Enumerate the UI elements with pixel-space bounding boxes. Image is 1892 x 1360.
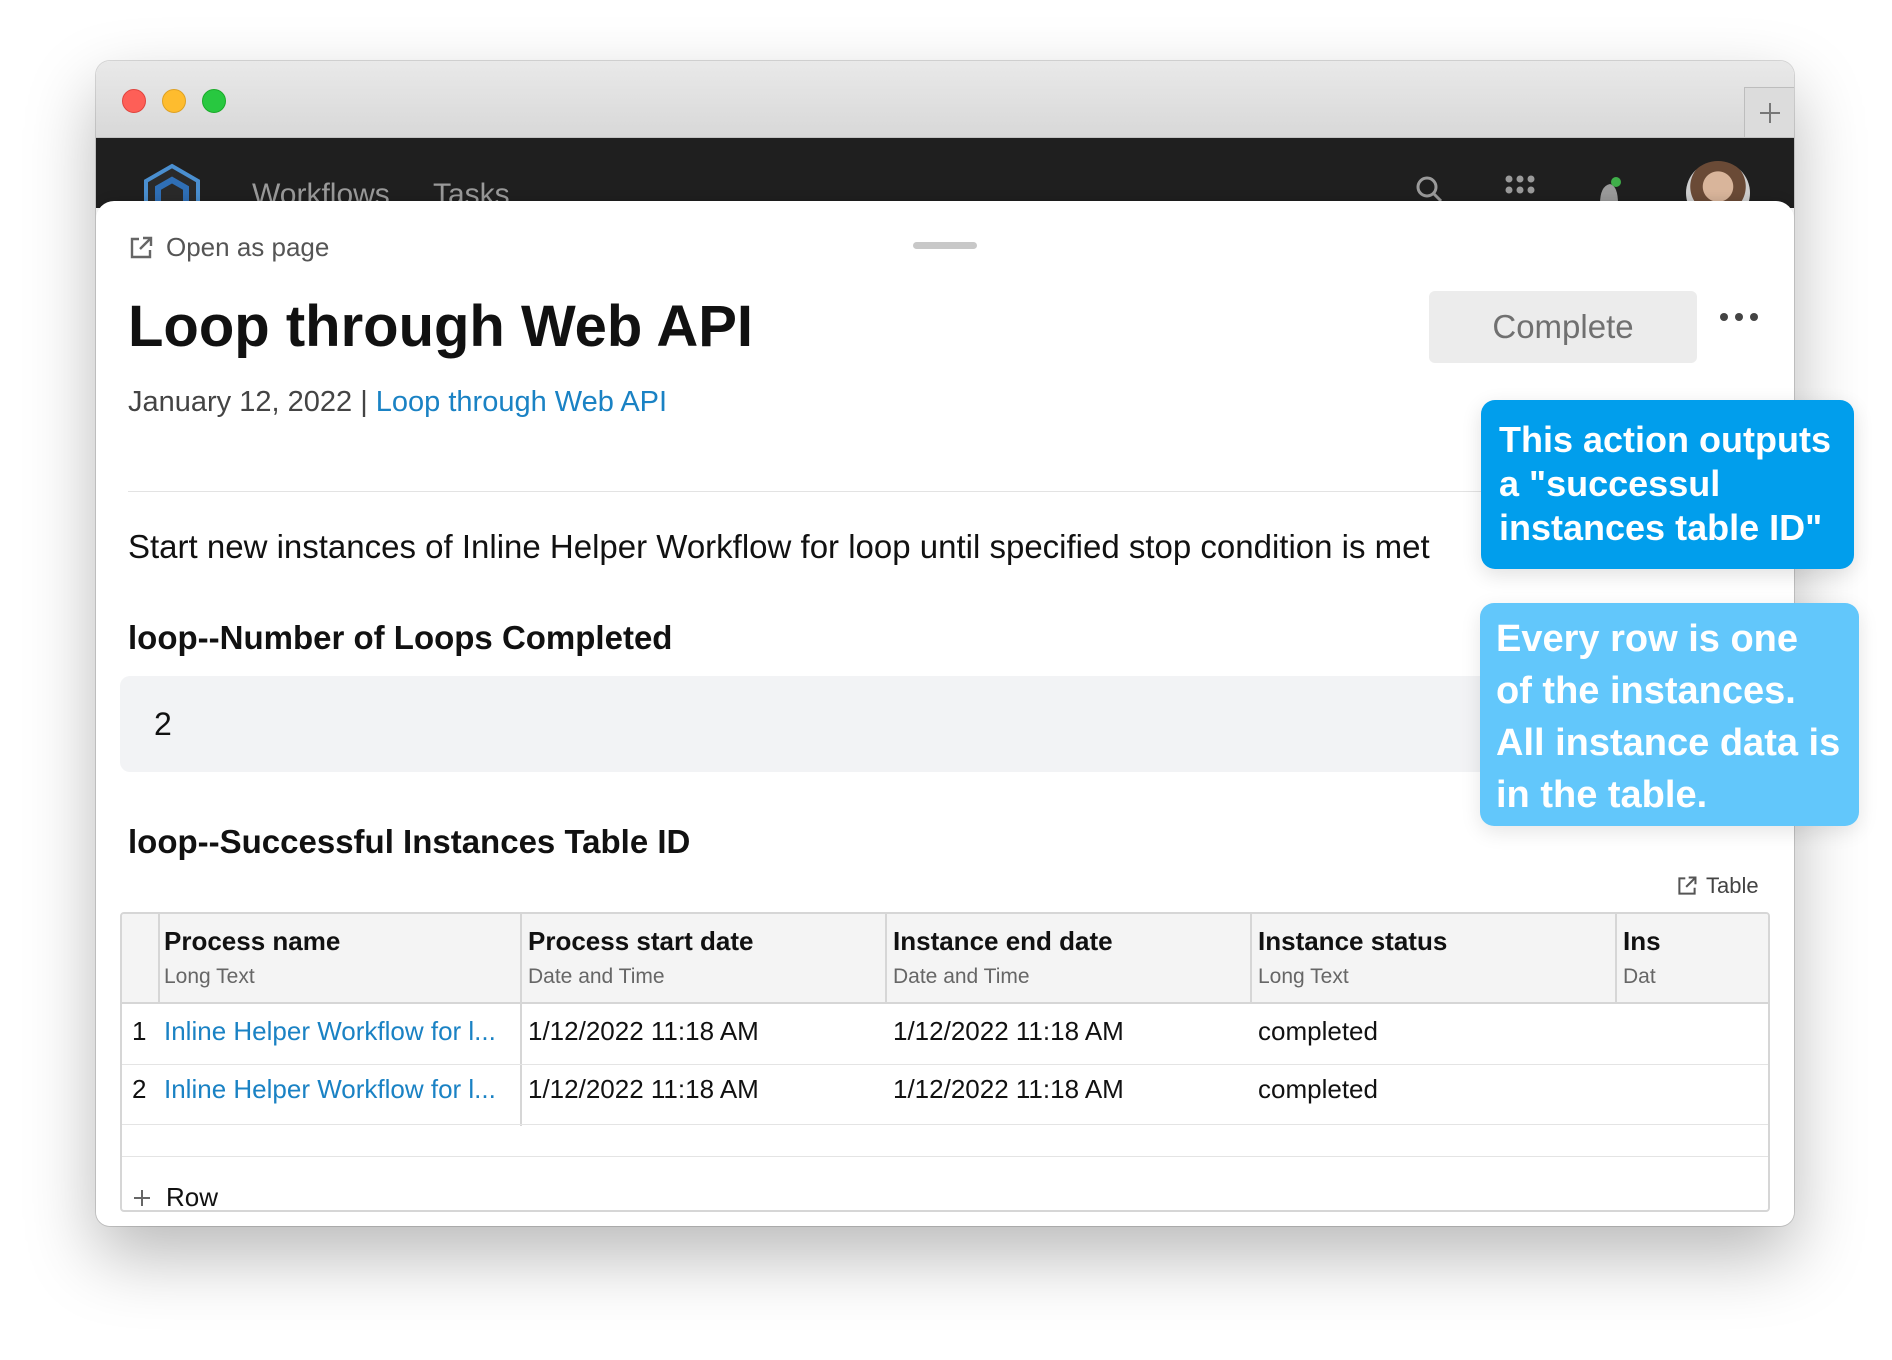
apps-grid-icon[interactable]: [1504, 174, 1536, 204]
workflow-link[interactable]: Loop through Web API: [376, 386, 667, 418]
column-header-instance-end-date[interactable]: Instance end date Date and Time: [893, 926, 1113, 989]
plus-icon: [134, 1189, 150, 1206]
process-start-date-cell: 1/12/2022 11:18 AM: [528, 1016, 759, 1046]
instance-status-cell: completed: [1258, 1016, 1378, 1046]
column-type: Long Text: [164, 965, 255, 988]
app-navbar: Workflows Tasks: [96, 138, 1794, 229]
open-as-page-link[interactable]: Open as page: [128, 232, 329, 263]
more-dot-icon: [1750, 313, 1758, 321]
window-titlebar: [96, 61, 1794, 138]
column-name: Process start date: [528, 926, 754, 956]
loops-completed-heading: loop--Number of Loops Completed: [128, 619, 673, 656]
column-name: Process name: [164, 926, 341, 956]
column-header-process-start-date[interactable]: Process start date Date and Time: [528, 926, 753, 989]
more-options-button[interactable]: [1720, 313, 1758, 321]
complete-button[interactable]: Complete: [1429, 291, 1697, 363]
row-number: 2: [132, 1074, 147, 1104]
minimize-window-button[interactable]: [162, 89, 186, 113]
search-icon[interactable]: [1414, 174, 1444, 204]
column-divider: [885, 914, 887, 1004]
column-type: Date and Time: [528, 965, 665, 988]
instance-end-date-cell: 1/12/2022 11:18 AM: [893, 1016, 1124, 1046]
column-divider: [1250, 914, 1252, 1004]
instances-table: Process name Long Text Process start dat…: [120, 912, 1770, 1212]
column-name: Ins: [1623, 926, 1661, 956]
external-link-icon: [1678, 876, 1697, 895]
instances-table-heading: loop--Successful Instances Table ID: [128, 823, 691, 860]
row-separator: [122, 1124, 1768, 1125]
loops-completed-value: 2: [154, 706, 172, 742]
subline-separator: |: [360, 386, 368, 418]
new-tab-button[interactable]: [1744, 87, 1794, 137]
instance-status-cell: completed: [1258, 1074, 1378, 1104]
column-type: Long Text: [1258, 965, 1349, 988]
task-description: Start new instances of Inline Helper Wor…: [128, 528, 1430, 565]
task-date: January 12, 2022: [128, 386, 353, 418]
add-row-label: Row: [166, 1182, 219, 1212]
task-title: Loop through Web API: [128, 294, 754, 359]
column-name: Instance end date: [893, 926, 1113, 956]
loops-completed-value-box: 2: [120, 676, 1680, 772]
drag-handle[interactable]: [913, 242, 977, 249]
more-dot-icon: [1720, 313, 1728, 321]
callout-rows: Every row is one of the instances. All i…: [1480, 603, 1859, 826]
zoom-window-button[interactable]: [202, 89, 226, 113]
external-link-icon: [130, 236, 153, 258]
notification-icon[interactable]: [1594, 174, 1624, 204]
process-name-link[interactable]: Inline Helper Workflow for l...: [164, 1074, 514, 1105]
row-number: 1: [132, 1016, 147, 1046]
column-name: Instance status: [1258, 926, 1448, 956]
more-dot-icon: [1735, 313, 1743, 321]
task-subline: January 12, 2022 | Loop through Web API: [128, 386, 667, 419]
row-separator: [122, 1064, 1768, 1065]
process-start-date-cell: 1/12/2022 11:18 AM: [528, 1074, 759, 1104]
column-divider: [520, 914, 522, 1126]
plus-icon: [1759, 102, 1780, 123]
open-table-link[interactable]: Table: [1676, 873, 1759, 899]
column-header-instance-status[interactable]: Instance status Long Text: [1258, 926, 1447, 989]
open-table-label: Table: [1706, 873, 1759, 898]
callout-table-id: This action outputs a "successul instanc…: [1481, 400, 1854, 569]
column-type: Date and Time: [893, 965, 1030, 988]
close-window-button[interactable]: [122, 89, 146, 113]
section-divider: [128, 491, 1578, 492]
instance-end-date-cell: 1/12/2022 11:18 AM: [893, 1074, 1124, 1104]
column-divider: [1615, 914, 1617, 1004]
column-header-truncated[interactable]: Ins Dat: [1623, 926, 1661, 989]
open-as-page-label: Open as page: [166, 232, 330, 262]
column-type: Dat: [1623, 965, 1656, 988]
column-header-process-name[interactable]: Process name Long Text: [164, 926, 340, 989]
column-divider: [158, 914, 160, 1004]
row-separator: [122, 1156, 1768, 1157]
add-row-button[interactable]: Row: [132, 1182, 219, 1212]
process-name-link[interactable]: Inline Helper Workflow for l...: [164, 1016, 514, 1047]
